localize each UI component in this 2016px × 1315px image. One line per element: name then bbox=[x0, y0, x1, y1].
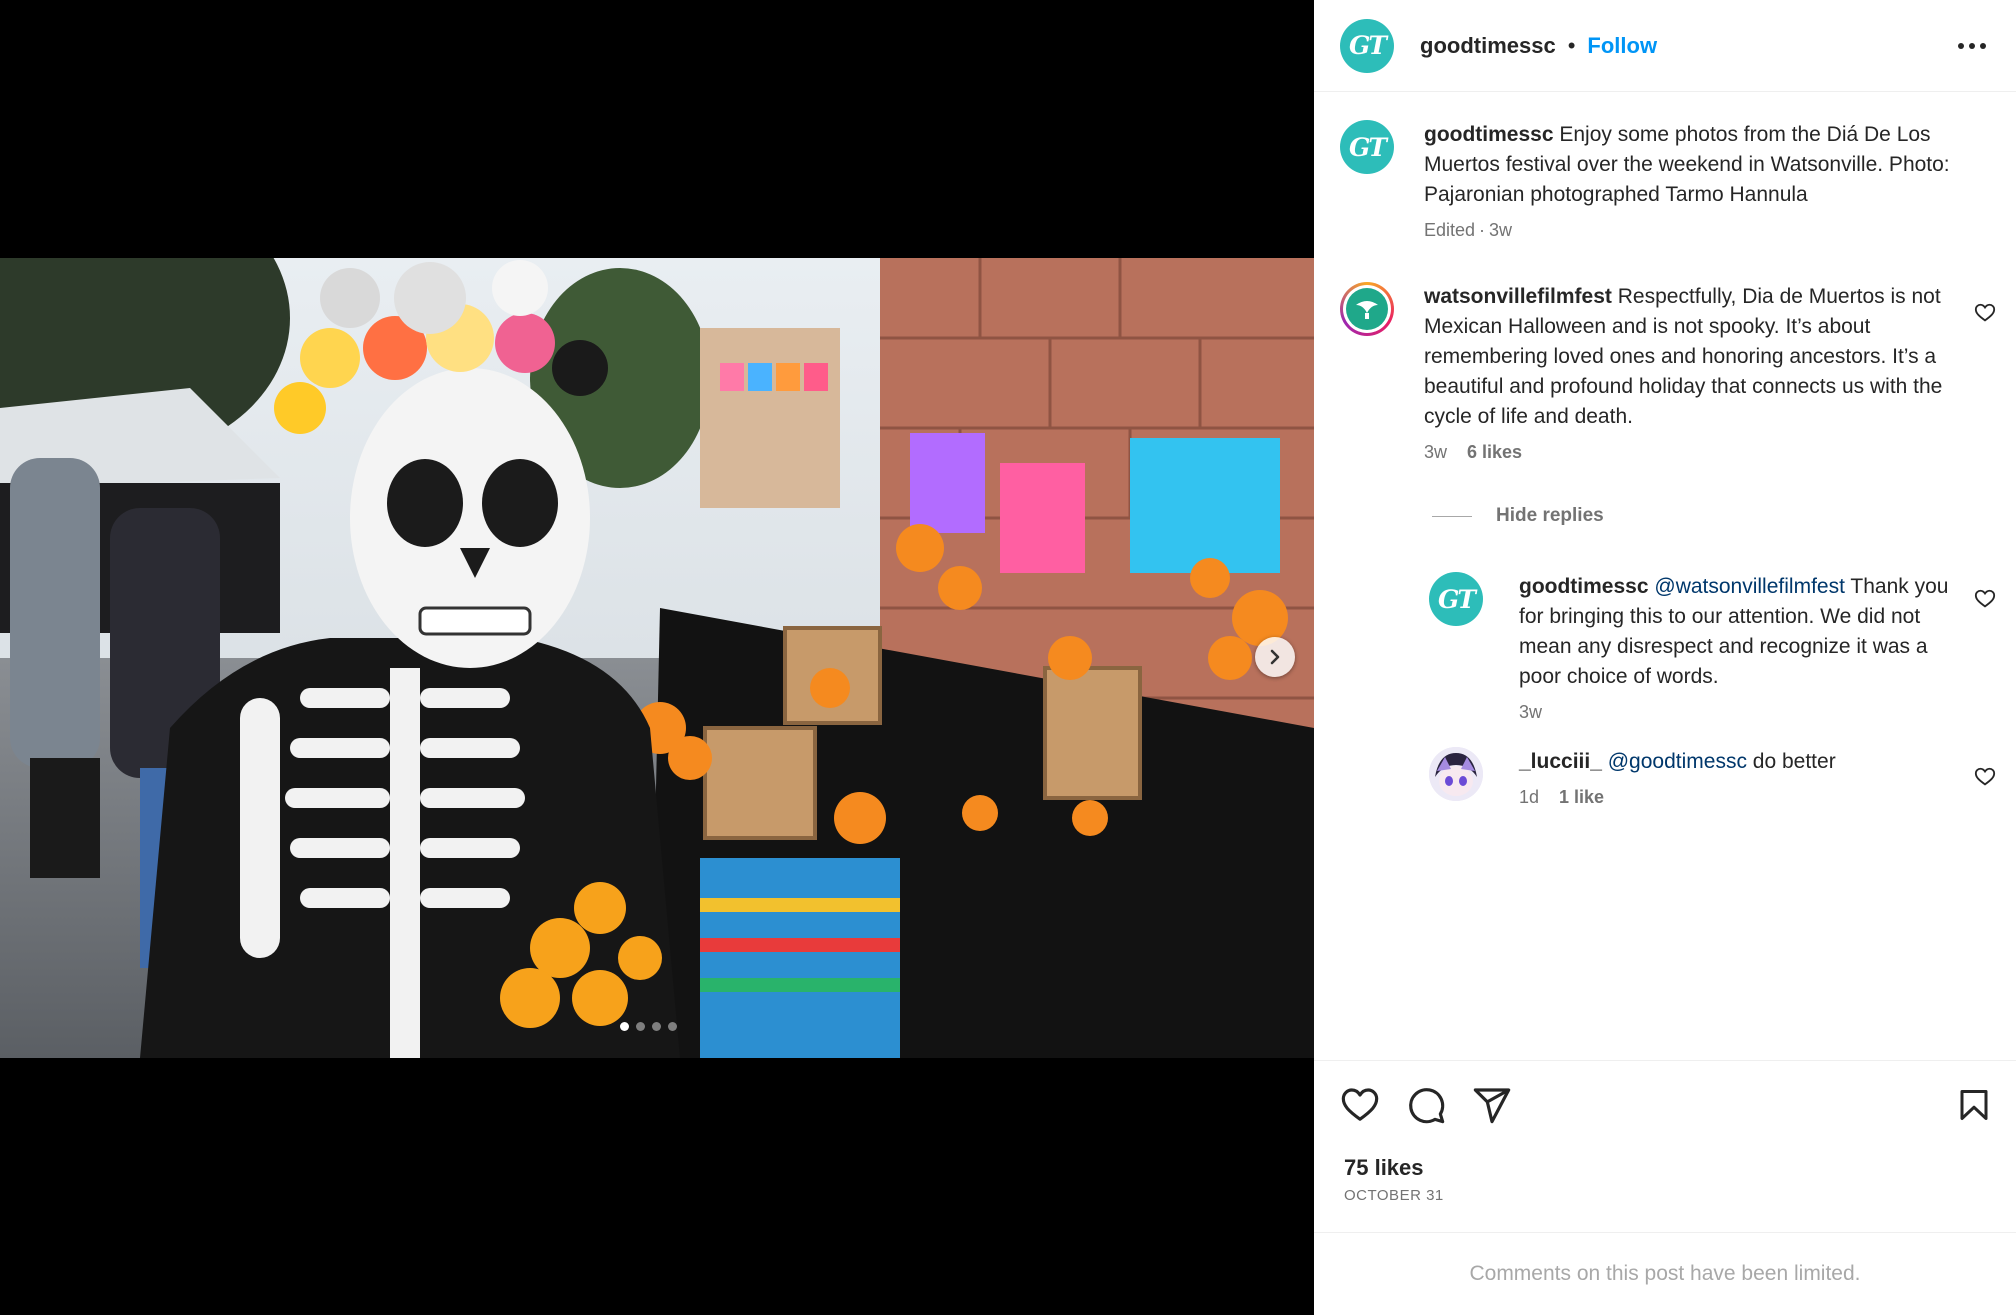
carousel-dot-1 bbox=[620, 1022, 629, 1031]
caption-time: 3w bbox=[1489, 220, 1513, 240]
bookmark-save-icon[interactable] bbox=[1956, 1085, 1992, 1125]
action-bar bbox=[1340, 1085, 1992, 1125]
caption-edited: Edited bbox=[1424, 220, 1476, 240]
reply-meta: 1d 1 like bbox=[1519, 787, 1959, 808]
heart-icon[interactable] bbox=[1974, 766, 1996, 788]
reply-mention[interactable]: @goodtimessc bbox=[1608, 750, 1747, 773]
carousel-dot-2 bbox=[636, 1022, 645, 1031]
comment: watsonvillefilmfest Respectfully, Dia de… bbox=[1340, 282, 1960, 463]
hide-replies-button[interactable]: Hide replies bbox=[1432, 505, 1604, 527]
header-separator: • bbox=[1567, 32, 1576, 58]
anime-avatar-image bbox=[1429, 747, 1483, 801]
media-stage bbox=[0, 0, 1314, 1315]
comment-meta: 3w 6 likes bbox=[1424, 442, 1960, 463]
carousel-dot-3 bbox=[652, 1022, 661, 1031]
caption-meta-dot: · bbox=[1479, 220, 1486, 240]
bird-logo-icon bbox=[1356, 301, 1378, 319]
caption-text-block: goodtimessc Enjoy some photos from the D… bbox=[1424, 120, 1984, 210]
carousel-dot-4 bbox=[668, 1022, 677, 1031]
reply-text: do better bbox=[1752, 750, 1836, 773]
post-photo[interactable] bbox=[0, 258, 1314, 1058]
post-date: OCTOBER 31 bbox=[1344, 1187, 1444, 1204]
heart-icon[interactable] bbox=[1974, 588, 1996, 610]
post-header: GT goodtimessc • Follow bbox=[1314, 0, 2016, 92]
comments-limited-notice: Comments on this post have been limited. bbox=[1314, 1232, 2016, 1315]
hide-replies-label: Hide replies bbox=[1496, 505, 1604, 526]
reply-time: 1d bbox=[1519, 787, 1540, 807]
caption: GT goodtimessc Enjoy some photos from th… bbox=[1340, 120, 1990, 241]
avatar-logo-text: GT bbox=[1349, 132, 1387, 162]
reply-username[interactable]: goodtimessc bbox=[1519, 575, 1649, 598]
post-panel: GT goodtimessc • Follow GT goodtimessc E… bbox=[1314, 0, 2016, 1315]
like-heart-icon[interactable] bbox=[1340, 1085, 1380, 1125]
festival-photo-illustration bbox=[0, 258, 1314, 1058]
caption-avatar[interactable]: GT bbox=[1340, 120, 1394, 174]
post-likes-count[interactable]: 75 likes bbox=[1344, 1155, 1424, 1181]
chevron-right-icon bbox=[1270, 649, 1280, 665]
comment-bubble-icon[interactable] bbox=[1406, 1085, 1446, 1125]
reply-avatar[interactable] bbox=[1429, 747, 1483, 801]
carousel-next-button[interactable] bbox=[1255, 637, 1295, 677]
reply: GT goodtimessc @watsonvillefilmfest Than… bbox=[1429, 572, 1969, 723]
comment-text-block: watsonvillefilmfest Respectfully, Dia de… bbox=[1424, 282, 1960, 432]
commenter-avatar[interactable] bbox=[1340, 282, 1394, 336]
caption-meta: Edited · 3w bbox=[1424, 220, 1984, 241]
reply-likes[interactable]: 1 like bbox=[1559, 787, 1604, 808]
reply: _lucciii_ @goodtimessc do better 1d 1 li… bbox=[1429, 747, 1969, 808]
reply-mention[interactable]: @watsonvillefilmfest bbox=[1654, 575, 1845, 598]
avatar-logo-text: GT bbox=[1438, 584, 1476, 614]
comment-likes[interactable]: 6 likes bbox=[1467, 442, 1522, 463]
comment-username[interactable]: watsonvillefilmfest bbox=[1424, 285, 1612, 308]
author-username[interactable]: goodtimessc bbox=[1420, 33, 1556, 59]
carousel-indicator bbox=[620, 1022, 677, 1031]
reply-text-block: _lucciii_ @goodtimessc do better bbox=[1519, 747, 1959, 777]
reply-time: 3w bbox=[1519, 702, 1543, 722]
author-avatar[interactable]: GT bbox=[1340, 18, 1394, 73]
more-options-icon[interactable] bbox=[1950, 35, 1994, 57]
share-send-icon[interactable] bbox=[1472, 1085, 1512, 1125]
comment-time: 3w bbox=[1424, 442, 1448, 462]
comments-section[interactable]: GT goodtimessc Enjoy some photos from th… bbox=[1314, 92, 2016, 1060]
reply-text-block: goodtimessc @watsonvillefilmfest Thank y… bbox=[1519, 572, 1959, 692]
reply-avatar[interactable]: GT bbox=[1429, 572, 1483, 626]
reply-meta: 3w bbox=[1519, 702, 1959, 723]
follow-button[interactable]: Follow bbox=[1587, 33, 1657, 59]
post-actions: 75 likes OCTOBER 31 bbox=[1314, 1060, 2016, 1232]
reply-username[interactable]: _lucciii_ bbox=[1519, 750, 1602, 773]
heart-icon[interactable] bbox=[1974, 302, 1996, 324]
caption-username[interactable]: goodtimessc bbox=[1424, 123, 1554, 146]
avatar-logo-text: GT bbox=[1349, 31, 1387, 60]
